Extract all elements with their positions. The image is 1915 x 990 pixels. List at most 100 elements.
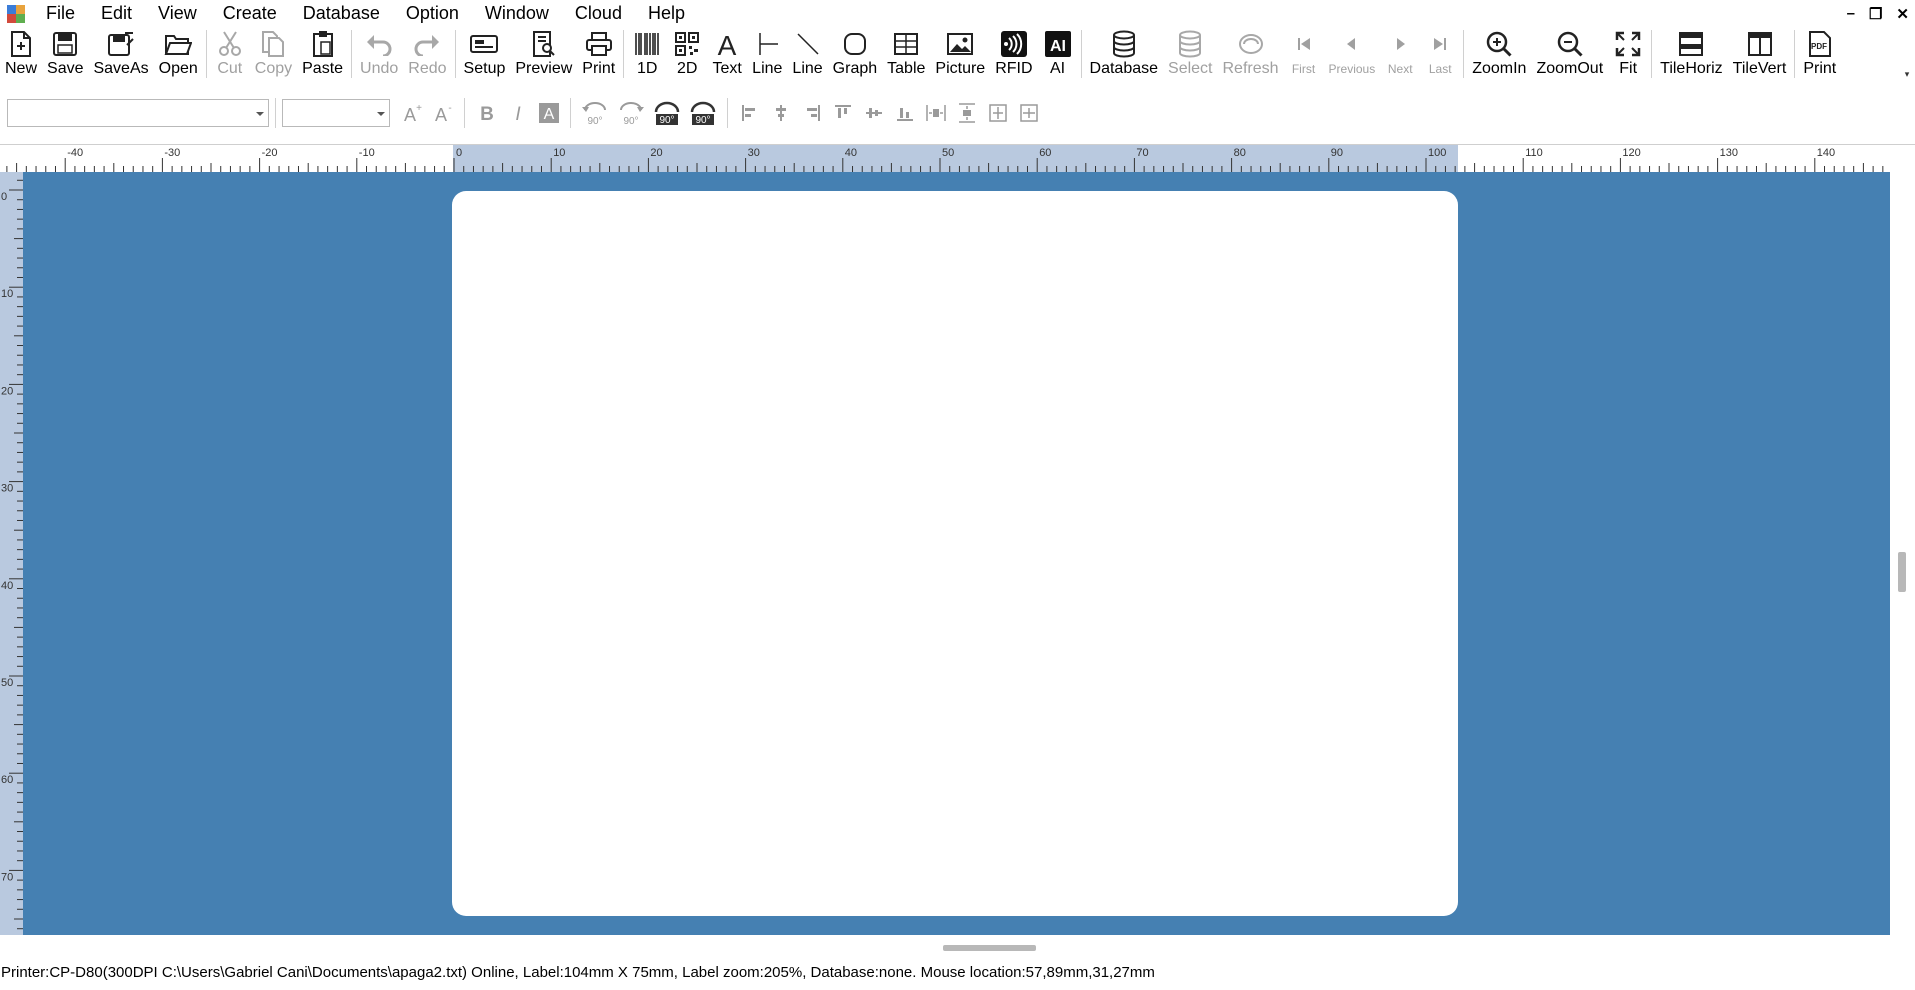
decrease-font-button[interactable]: A- xyxy=(429,99,456,127)
setup-button[interactable]: Setup xyxy=(459,27,511,79)
previous-button[interactable]: Previous xyxy=(1324,27,1381,79)
menu-option[interactable]: Option xyxy=(393,0,472,27)
redo-button[interactable]: Redo xyxy=(403,27,451,79)
print-button[interactable]: Print xyxy=(577,27,620,79)
open-button[interactable]: Open xyxy=(154,27,203,79)
zoom-out-button[interactable]: ZoomOut xyxy=(1531,27,1608,79)
font-size-select[interactable] xyxy=(282,98,390,127)
fit-button[interactable]: Fit xyxy=(1608,27,1648,79)
bold-icon: B xyxy=(480,104,494,124)
last-button[interactable]: Last xyxy=(1420,27,1460,79)
rfid-button[interactable]: RFID xyxy=(990,27,1037,79)
next-button[interactable]: Next xyxy=(1380,27,1420,79)
zoom-in-label: ZoomIn xyxy=(1472,60,1527,77)
app-icon[interactable] xyxy=(7,4,25,23)
zoom-out-label: ZoomOut xyxy=(1536,60,1604,77)
graph-button[interactable]: Graph xyxy=(828,27,882,79)
center-vertical-button[interactable] xyxy=(1015,99,1042,127)
menu-edit[interactable]: Edit xyxy=(88,0,145,27)
toolbar-overflow-icon[interactable]: ▾ xyxy=(1901,69,1913,79)
cut-button[interactable]: Cut xyxy=(210,27,250,79)
ai-button[interactable]: AI AI xyxy=(1038,27,1078,79)
distribute-horizontal-button[interactable] xyxy=(922,99,949,127)
ruler-label: 60 xyxy=(1,774,13,786)
align-right-button[interactable] xyxy=(798,99,825,127)
print-pdf-button[interactable]: PDF Print xyxy=(1798,27,1841,79)
rotate-reverse-icon: 90° xyxy=(690,101,716,126)
align-middle-button[interactable] xyxy=(860,99,887,127)
vertical-scrollbar-thumb[interactable] xyxy=(1898,552,1906,592)
line-ortho-button[interactable]: Line xyxy=(747,27,787,79)
rotate-right-button[interactable]: 90° xyxy=(615,99,647,127)
redo-label: Redo xyxy=(408,60,447,77)
center-horizontal-button[interactable] xyxy=(984,99,1011,127)
database-label: Database xyxy=(1089,60,1159,77)
menu-window[interactable]: Window xyxy=(472,0,562,27)
menu-file[interactable]: File xyxy=(33,0,88,27)
undo-button[interactable]: Undo xyxy=(355,27,403,79)
svg-text:A: A xyxy=(543,106,554,123)
barcode-1d-label: 1D xyxy=(636,60,658,77)
menu-database[interactable]: Database xyxy=(290,0,393,27)
label-page[interactable] xyxy=(452,191,1458,916)
ruler-label: -40 xyxy=(67,147,83,159)
preview-button[interactable]: Preview xyxy=(510,27,577,79)
cut-label: Cut xyxy=(217,60,243,77)
tile-horiz-button[interactable]: TileHoriz xyxy=(1655,27,1728,79)
menu-view[interactable]: View xyxy=(145,0,210,27)
zoom-in-button[interactable]: ZoomIn xyxy=(1467,27,1531,79)
tile-vert-button[interactable]: TileVert xyxy=(1728,27,1792,79)
select-button[interactable]: Select xyxy=(1163,27,1217,79)
new-button[interactable]: New xyxy=(0,27,42,79)
align-top-button[interactable] xyxy=(829,99,856,127)
copy-label: Copy xyxy=(254,60,293,77)
increase-font-button[interactable]: A + xyxy=(398,99,425,127)
rotate-left-button[interactable]: 90° xyxy=(579,99,611,127)
svg-text:A: A xyxy=(434,105,446,124)
saveas-label: SaveAs xyxy=(93,60,149,77)
menu-cloud[interactable]: Cloud xyxy=(562,0,635,27)
ruler-label: 80 xyxy=(1234,147,1246,159)
previous-label: Previous xyxy=(1328,62,1376,76)
svg-text:+: + xyxy=(416,103,422,114)
align-left-button[interactable] xyxy=(736,99,763,127)
barcode-1d-button[interactable]: 1D xyxy=(627,27,667,79)
close-button[interactable]: ✕ xyxy=(1896,5,1909,23)
vertical-scrollbar[interactable] xyxy=(1890,145,1915,935)
table-button[interactable]: Table xyxy=(882,27,930,79)
paste-button[interactable]: Paste xyxy=(297,27,348,79)
italic-button[interactable]: I xyxy=(504,99,531,127)
chevron-down-icon xyxy=(377,111,385,116)
align-center-h-button[interactable] xyxy=(767,99,794,127)
bold-button[interactable]: B xyxy=(473,99,500,127)
save-button[interactable]: Save xyxy=(42,27,88,79)
line-diagonal-label: Line xyxy=(792,60,823,77)
distribute-vertical-button[interactable] xyxy=(953,99,980,127)
database-button[interactable]: Database xyxy=(1085,27,1164,79)
align-bottom-button[interactable] xyxy=(891,99,918,127)
line-diagonal-icon xyxy=(793,29,823,59)
copy-button[interactable]: Copy xyxy=(250,27,297,79)
ruler-label: 70 xyxy=(1,871,13,883)
rotate-up-button[interactable]: 90° xyxy=(651,99,683,127)
line-diagonal-button[interactable]: Line xyxy=(787,27,827,79)
text-color-button[interactable]: A xyxy=(535,99,562,127)
picture-button[interactable]: Picture xyxy=(930,27,990,79)
rotate-down-button[interactable]: 90° xyxy=(687,99,719,127)
database-select-icon xyxy=(1175,29,1205,59)
minimize-button[interactable]: – xyxy=(1847,5,1855,22)
horizontal-scrollbar-thumb[interactable] xyxy=(943,945,1036,951)
font-family-select[interactable] xyxy=(7,98,269,127)
printer-icon xyxy=(584,29,614,59)
refresh-button[interactable]: Refresh xyxy=(1217,27,1283,79)
restore-button[interactable]: ❐ xyxy=(1869,5,1882,23)
preview-icon xyxy=(529,29,559,59)
toolbar-separator xyxy=(1651,30,1653,78)
menu-help[interactable]: Help xyxy=(635,0,698,27)
svg-text:PDF: PDF xyxy=(1811,42,1827,51)
saveas-button[interactable]: SaveAs xyxy=(88,27,153,79)
first-button[interactable]: First xyxy=(1284,27,1324,79)
menu-create[interactable]: Create xyxy=(210,0,290,27)
text-button[interactable]: A Text xyxy=(707,27,747,79)
barcode-2d-button[interactable]: 2D xyxy=(667,27,707,79)
